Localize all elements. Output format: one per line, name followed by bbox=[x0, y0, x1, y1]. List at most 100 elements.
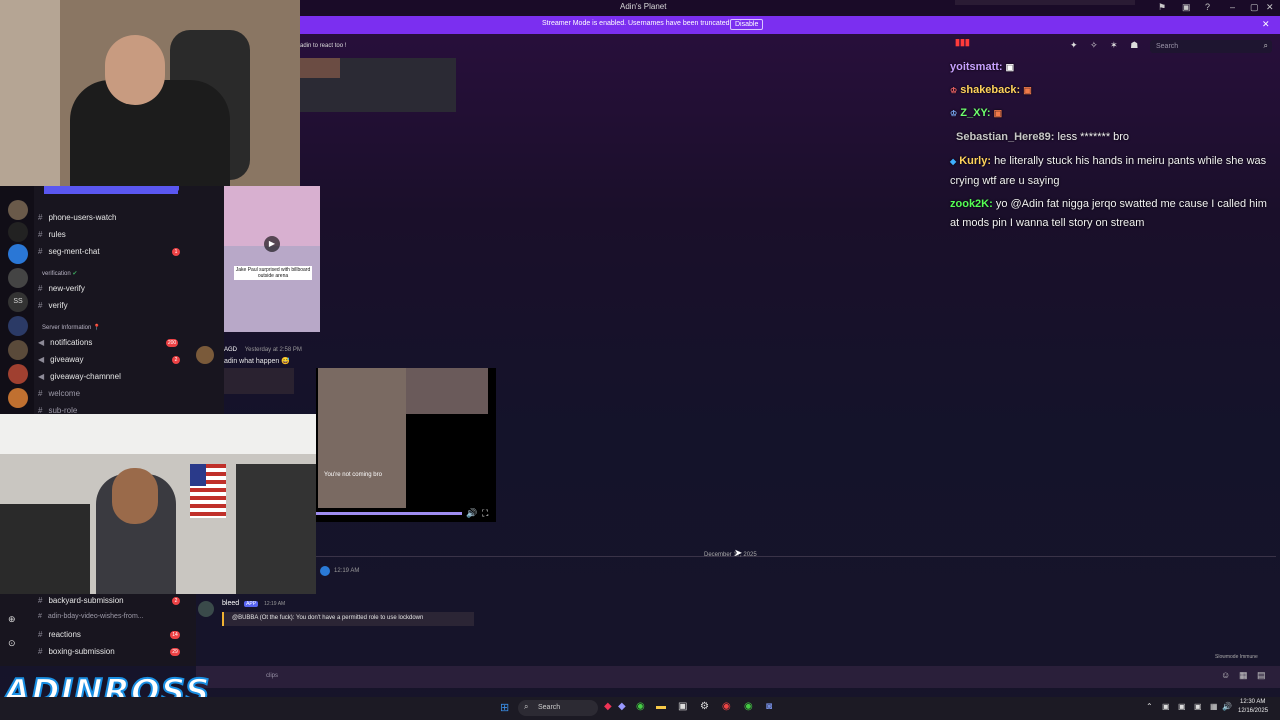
tray-chevron-icon[interactable]: ⌃ bbox=[1146, 702, 1153, 711]
server-icon[interactable] bbox=[8, 316, 28, 336]
emoji-icon[interactable]: ☺ bbox=[1221, 670, 1230, 680]
embed-image[interactable] bbox=[300, 58, 456, 112]
message-header: AGD Yesterday at 2:58 PM bbox=[224, 347, 302, 353]
search-placeholder: Search bbox=[1156, 43, 1179, 50]
steam-icon[interactable]: ⚙ bbox=[700, 701, 709, 712]
server-icon[interactable] bbox=[8, 200, 28, 220]
avatar[interactable] bbox=[196, 346, 214, 364]
channel-item[interactable]: ◀ giveaway bbox=[38, 355, 84, 364]
date-divider-line bbox=[316, 556, 1276, 557]
megaphone-icon: ◀ bbox=[38, 372, 45, 381]
hash-icon: # bbox=[38, 647, 43, 656]
progress-bar[interactable] bbox=[316, 512, 462, 515]
channel-item[interactable]: # new-verify bbox=[38, 284, 85, 293]
channel-name: giveaway-chamnnel bbox=[50, 372, 121, 381]
hash-icon: # bbox=[38, 230, 43, 239]
category-verification[interactable]: verification ✔ bbox=[42, 270, 77, 277]
fullscreen-icon[interactable]: ⛶ bbox=[482, 508, 488, 519]
message-text: adin to react too ! bbox=[300, 43, 347, 49]
channel-item[interactable]: # rules bbox=[38, 230, 66, 239]
unread-badge: 1 bbox=[172, 248, 180, 256]
taskbar-search[interactable]: ⌕ Search bbox=[518, 700, 598, 716]
app-icon[interactable]: ◉ bbox=[722, 701, 731, 712]
video-player[interactable]: You're not coming bro 🔊 ⛶ bbox=[316, 368, 496, 522]
server-icon[interactable] bbox=[8, 222, 28, 242]
channel-name: new-verify bbox=[48, 284, 85, 293]
unread-badge: 14 bbox=[170, 631, 180, 639]
gif-icon[interactable]: ▦ bbox=[1239, 670, 1248, 681]
chrome-icon[interactable]: ◉ bbox=[636, 701, 645, 712]
clock-date[interactable]: 12/16/2025 bbox=[1238, 708, 1268, 714]
threads-icon[interactable]: ✦ bbox=[1070, 40, 1078, 50]
discord-icon[interactable]: ◙ bbox=[766, 701, 772, 712]
channel-name: reactions bbox=[48, 630, 81, 639]
server-icon[interactable] bbox=[8, 364, 28, 384]
app-icon[interactable]: ◆ bbox=[618, 701, 626, 712]
chat-emote-icon: ▣ bbox=[993, 108, 1003, 118]
channel-name: phone-users-watch bbox=[48, 213, 117, 222]
minimize-icon[interactable]: – bbox=[1230, 2, 1235, 12]
search-input[interactable]: Search ⌕ bbox=[1150, 40, 1272, 53]
unread-badge: 29 bbox=[170, 648, 180, 656]
channel-item[interactable]: ◀ notifications bbox=[38, 338, 92, 347]
tray-icon[interactable]: ▣ bbox=[1178, 702, 1186, 711]
server-icon[interactable]: SS bbox=[8, 292, 28, 312]
network-icon[interactable]: ▦ bbox=[1210, 702, 1218, 711]
chat-username: shakeback: bbox=[960, 84, 1021, 96]
notification-icon[interactable]: ✧ bbox=[1090, 40, 1098, 50]
video-embed[interactable]: ▶ Jake Paul surprised with billboard out… bbox=[224, 186, 320, 332]
server-icon[interactable] bbox=[8, 244, 28, 264]
maximize-icon[interactable]: ▢ bbox=[1250, 2, 1259, 13]
discover-icon[interactable]: ⊙ bbox=[8, 638, 16, 649]
channel-item[interactable]: # reactions bbox=[38, 630, 81, 639]
server-icon[interactable] bbox=[8, 340, 28, 360]
message-timestamp: 12:19 AM bbox=[264, 601, 286, 607]
start-icon[interactable]: ⊞ bbox=[500, 701, 509, 714]
tray-icon[interactable]: ▣ bbox=[1194, 702, 1202, 711]
channel-item[interactable]: # phone-users-watch bbox=[38, 213, 117, 222]
message-author[interactable]: AGD bbox=[224, 347, 237, 353]
banner-close-icon[interactable]: ✕ bbox=[1262, 19, 1270, 30]
screen-icon[interactable]: ▣ bbox=[1182, 2, 1191, 13]
server-icon[interactable] bbox=[8, 268, 28, 288]
ceiling bbox=[0, 414, 316, 454]
chrome-icon[interactable]: ◉ bbox=[744, 701, 753, 712]
volume-icon[interactable]: 🔊 bbox=[466, 508, 477, 519]
inbox-icon[interactable]: ⚑ bbox=[1158, 2, 1166, 13]
channel-name: rules bbox=[48, 230, 66, 239]
streamer-mode-banner: Streamer Mode is enabled. Usernames have… bbox=[300, 16, 1280, 34]
search-icon: ⌕ bbox=[1263, 41, 1268, 50]
avatar[interactable] bbox=[198, 601, 214, 617]
server-icon[interactable] bbox=[8, 388, 28, 408]
tray-icon[interactable]: ▣ bbox=[1162, 702, 1170, 711]
message-input[interactable]: clips ☺ ▦ ▤ bbox=[196, 666, 1280, 688]
add-server-icon[interactable]: ⊕ bbox=[8, 614, 16, 625]
avatar[interactable] bbox=[320, 566, 330, 576]
pin-icon[interactable]: ✶ bbox=[1110, 40, 1118, 50]
video-caption: Jake Paul surprised with billboard outsi… bbox=[234, 266, 312, 280]
channel-item[interactable]: # verify bbox=[38, 301, 68, 310]
badge-icon: ◆ bbox=[950, 157, 957, 166]
channel-item[interactable]: # seg-ment-chat bbox=[38, 247, 100, 256]
channel-item[interactable]: # welcome bbox=[38, 389, 80, 398]
hash-icon: # bbox=[38, 630, 43, 639]
message-author[interactable]: bleed bbox=[222, 600, 239, 607]
volume-icon[interactable]: 🔊 bbox=[1222, 702, 1232, 711]
input-placeholder: clips bbox=[266, 673, 279, 679]
channel-item[interactable]: ◀ giveaway-chamnnel bbox=[38, 372, 121, 381]
app-icon[interactable]: ▣ bbox=[678, 701, 687, 712]
close-icon[interactable]: ✕ bbox=[1266, 2, 1274, 13]
app-icon[interactable]: ◆ bbox=[604, 701, 612, 712]
help-icon[interactable]: ? bbox=[1205, 2, 1210, 12]
channel-item[interactable]: # backyard-submission bbox=[38, 596, 124, 605]
folder-icon[interactable]: ▬ bbox=[656, 701, 666, 712]
members-icon[interactable]: ☗ bbox=[1130, 40, 1138, 50]
play-icon[interactable]: ▶ bbox=[264, 236, 280, 252]
disable-button[interactable]: Disable bbox=[730, 19, 764, 30]
channel-item[interactable]: # adin-bday-video-wishes-from... bbox=[38, 613, 144, 620]
category-server-info[interactable]: Server Information 📍 bbox=[42, 324, 101, 331]
clock-time[interactable]: 12:30 AM bbox=[1240, 699, 1265, 705]
channel-item[interactable]: # boxing-submission bbox=[38, 647, 115, 656]
hash-icon: # bbox=[38, 247, 43, 256]
apps-icon[interactable]: ▤ bbox=[1257, 670, 1266, 681]
